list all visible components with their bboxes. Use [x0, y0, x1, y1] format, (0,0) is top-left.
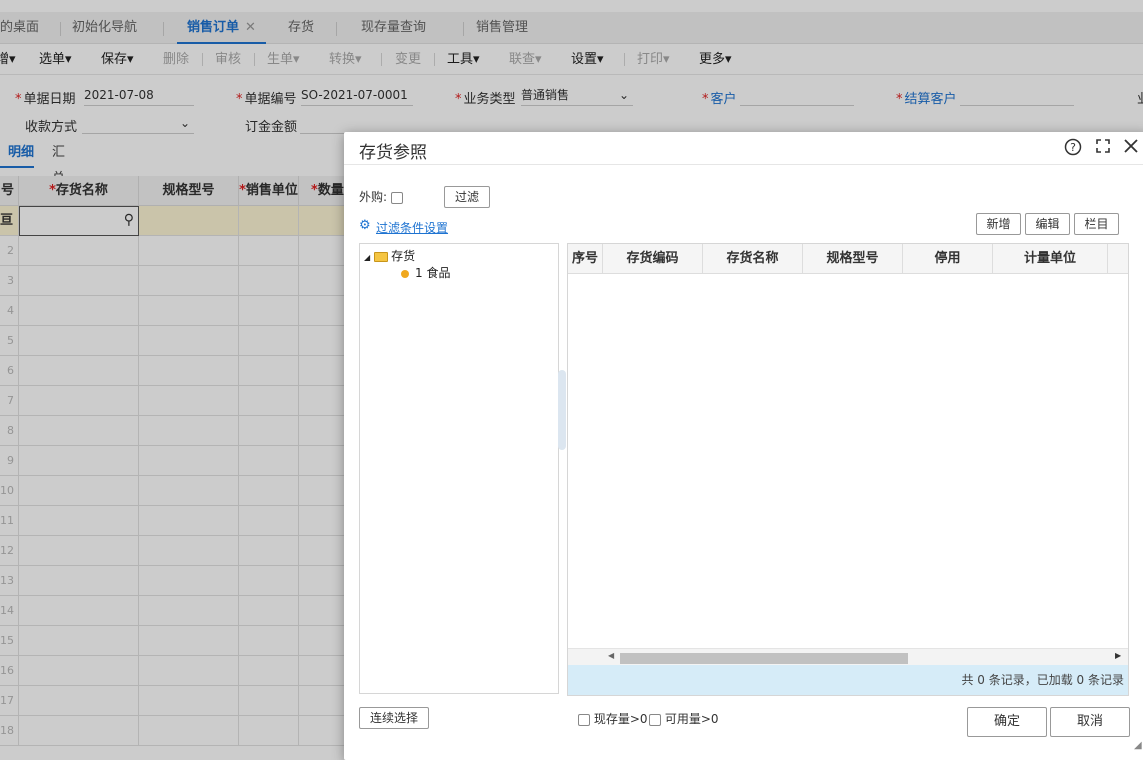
col-spec[interactable]: 规格型号: [803, 244, 903, 274]
filter-settings-link[interactable]: 过滤条件设置: [376, 219, 448, 236]
maximize-icon[interactable]: [1094, 138, 1112, 156]
col-name[interactable]: 存货名称: [703, 244, 803, 274]
node-icon: [401, 269, 409, 278]
ok-button[interactable]: 确定: [967, 707, 1047, 737]
dialog-title: 存货参照: [359, 143, 427, 163]
resize-grip-icon[interactable]: ◢: [1134, 740, 1142, 751]
stock-checkbox[interactable]: [578, 713, 590, 726]
inventory-table: 序号 存货编码 存货名称 规格型号 停用 计量单位 ◀ ▶ 共 0 条记录，已加…: [567, 243, 1129, 696]
purchase-label: 外购:: [359, 188, 403, 205]
filter-button[interactable]: 过滤: [444, 186, 490, 208]
folder-icon: [374, 251, 389, 262]
help-icon[interactable]: ?: [1064, 138, 1082, 156]
edit-button[interactable]: 编辑: [1025, 213, 1070, 235]
tree-node-food[interactable]: 1 食品: [401, 264, 450, 281]
svg-text:?: ?: [1070, 141, 1076, 154]
tree-root-label: 存货: [391, 249, 416, 263]
stock-checkbox-label: 现存量>0: [593, 712, 648, 726]
new-button[interactable]: 新增: [976, 213, 1021, 235]
inventory-reference-dialog: 存货参照 ? 外购: 过滤 ⚙ 过滤条件设置 新增 编辑 栏目 ◢ 存货 1 食品: [344, 132, 1143, 760]
vertical-gutter: [1108, 274, 1128, 648]
col-filler: [1108, 244, 1128, 274]
col-disabled[interactable]: 停用: [903, 244, 993, 274]
columns-button[interactable]: 栏目: [1074, 213, 1119, 235]
available-checkbox-label: 可用量>0: [664, 712, 719, 726]
tree-node-label: 1 食品: [415, 266, 451, 280]
dialog-header-divider: [344, 164, 1143, 165]
tree-root[interactable]: ◢ 存货: [364, 247, 415, 264]
col-code[interactable]: 存货编码: [603, 244, 703, 274]
close-icon[interactable]: [1122, 138, 1140, 156]
stock-filter: 现存量>0: [578, 710, 648, 727]
triangle-down-icon[interactable]: ◢: [364, 253, 370, 262]
scroll-right-icon[interactable]: ▶: [1115, 651, 1121, 660]
category-tree: ◢ 存货 1 食品: [359, 243, 559, 694]
horizontal-scrollbar[interactable]: ◀ ▶: [568, 648, 1128, 665]
app-window: 的桌面 初始化导航 销售订单 ✕ 存货 现存量查询 销售管理 增▾ 选单▾ 保存▾…: [0, 0, 1143, 760]
gear-icon[interactable]: ⚙: [359, 218, 371, 233]
col-seq[interactable]: 序号: [568, 244, 603, 274]
cancel-button[interactable]: 取消: [1050, 707, 1130, 737]
purchase-checkbox[interactable]: [390, 191, 403, 204]
available-checkbox[interactable]: [649, 713, 661, 726]
col-unit[interactable]: 计量单位: [993, 244, 1108, 274]
scroll-left-icon[interactable]: ◀: [608, 651, 614, 660]
record-status: 共 0 条记录，已加载 0 条记录: [568, 665, 1128, 695]
continuous-select-button[interactable]: 连续选择: [359, 707, 429, 729]
splitter-handle[interactable]: [558, 370, 566, 450]
available-filter: 可用量>0: [649, 710, 719, 727]
scroll-thumb[interactable]: [620, 653, 908, 664]
